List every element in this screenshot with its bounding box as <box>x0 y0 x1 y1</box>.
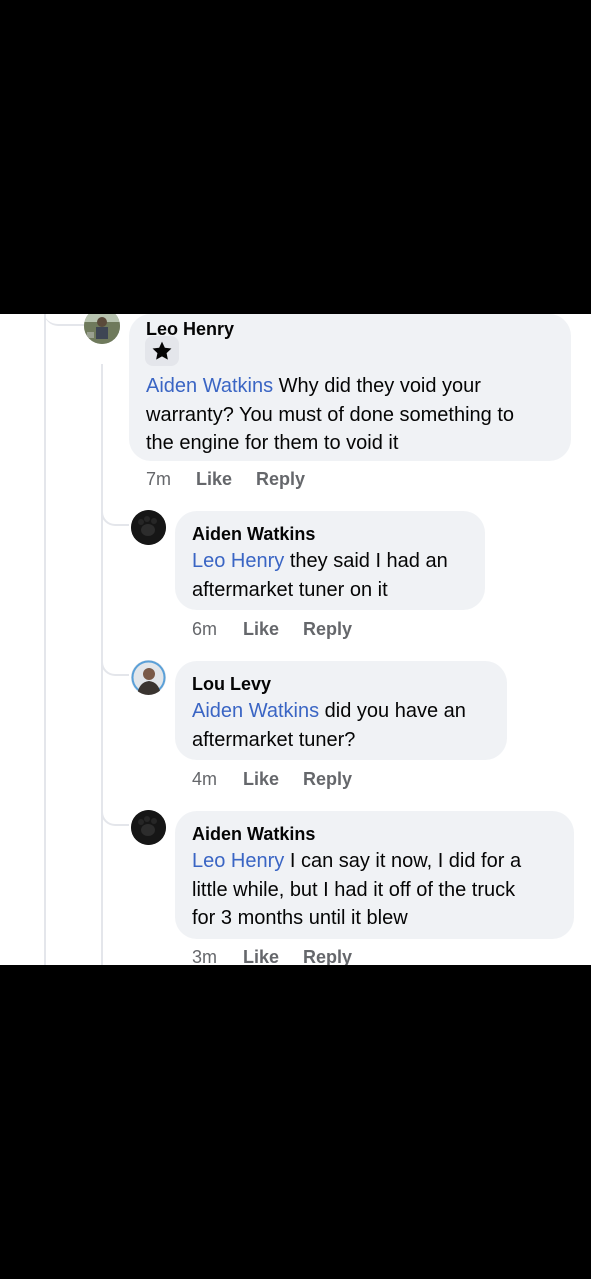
comment-author[interactable]: Leo Henry <box>146 318 555 340</box>
mention-link[interactable]: Aiden Watkins <box>146 375 273 397</box>
comment-text: warranty? You must of done something to <box>146 403 515 426</box>
comment-actions: 7m Like Reply <box>146 469 346 493</box>
mention-link[interactable]: Leo Henry <box>192 550 284 572</box>
comment-text: I can say it now, I did for a <box>284 850 522 872</box>
avatar[interactable] <box>131 510 166 545</box>
star-icon <box>152 341 172 360</box>
reply-connector <box>101 506 129 526</box>
comment-actions: 4m Like Reply <box>192 769 392 793</box>
comment-actions: 6m Like Reply <box>192 619 392 643</box>
comment-text: did you have an <box>319 700 466 722</box>
like-button[interactable]: Like <box>196 469 232 490</box>
comment-bubble: Aiden Watkins Leo Henry I can say it now… <box>175 811 574 939</box>
reply-button[interactable]: Reply <box>303 619 352 640</box>
mention-link[interactable]: Aiden Watkins <box>192 700 319 722</box>
reply-button[interactable]: Reply <box>303 947 352 965</box>
comment-author[interactable]: Aiden Watkins <box>192 523 469 545</box>
comment-text: the engine for them to void it <box>146 432 399 454</box>
thread-line-outer <box>44 314 46 965</box>
top-fan-badge[interactable] <box>145 336 179 366</box>
avatar[interactable] <box>84 314 120 344</box>
avatar[interactable] <box>131 810 166 845</box>
like-button[interactable]: Like <box>243 947 279 965</box>
comment-bubble: Aiden Watkins Leo Henry they said I had … <box>175 511 485 610</box>
comment-actions: 3m Like Reply <box>192 947 392 965</box>
profile-photo <box>131 810 166 845</box>
timestamp: 6m <box>192 619 218 639</box>
timestamp: 7m <box>146 469 172 489</box>
profile-photo <box>131 510 166 545</box>
comment-thread: Leo Henry Aiden Watkins Why did they voi… <box>0 314 591 965</box>
timestamp: 4m <box>192 769 218 789</box>
comment-text: for 3 months until it blew <box>192 907 408 929</box>
thread-connector <box>44 314 86 326</box>
comment-text: Why did they void your <box>273 375 481 397</box>
timestamp: 3m <box>192 947 218 965</box>
comment-text: aftermarket tuner? <box>192 728 356 751</box>
profile-photo <box>84 314 120 344</box>
comment-author[interactable]: Lou Levy <box>192 673 491 695</box>
profile-photo <box>131 660 166 695</box>
comment-text: they said I had an <box>284 550 448 572</box>
comment-author[interactable]: Aiden Watkins <box>192 823 560 845</box>
mention-link[interactable]: Leo Henry <box>192 850 284 872</box>
comment-text: aftermarket tuner on it <box>192 578 388 601</box>
reply-connector <box>101 656 129 676</box>
reply-button[interactable]: Reply <box>256 469 305 490</box>
reply-connector <box>101 806 129 826</box>
like-button[interactable]: Like <box>243 619 279 640</box>
comment-text: little while, but I had it off of the tr… <box>192 878 516 901</box>
comment-bubble: Lou Levy Aiden Watkins did you have an a… <box>175 661 507 760</box>
comment-bubble: Leo Henry Aiden Watkins Why did they voi… <box>129 314 571 461</box>
avatar[interactable] <box>131 660 166 695</box>
reply-button[interactable]: Reply <box>303 769 352 790</box>
like-button[interactable]: Like <box>243 769 279 790</box>
